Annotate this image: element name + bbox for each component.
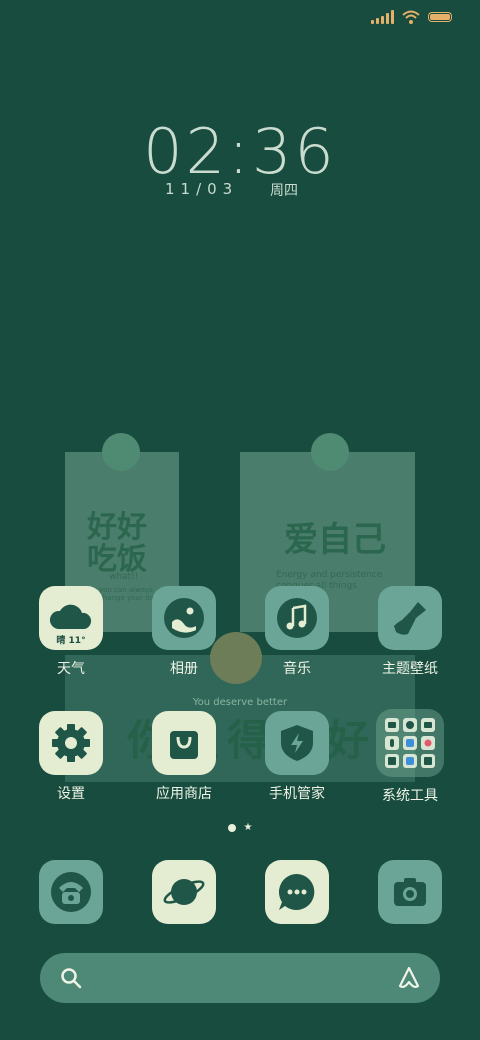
app-label: 设置 (57, 786, 85, 802)
dock-camera[interactable] (365, 860, 455, 924)
weather-temp: 晴 11° (56, 636, 86, 646)
app-phone-manager[interactable]: 手机管家 (252, 711, 342, 803)
music-icon (265, 586, 329, 650)
gallery-icon (152, 586, 216, 650)
page-indicator[interactable]: ★ (0, 823, 480, 833)
search-icon[interactable] (60, 967, 82, 989)
camera-icon (378, 860, 442, 924)
app-label: 应用商店 (156, 786, 212, 802)
clock-weekday: 周四 (270, 183, 298, 199)
app-label: 相册 (170, 661, 198, 677)
dock-phone[interactable] (26, 860, 116, 924)
folder-icon (376, 709, 444, 777)
assistant-icon[interactable] (396, 965, 422, 991)
app-themes[interactable]: 主题壁纸 (365, 586, 455, 678)
search-bar[interactable] (40, 953, 440, 1003)
app-music[interactable]: 音乐 (252, 586, 342, 678)
shield-icon (265, 711, 329, 775)
note-right-title: 爱自己 (284, 520, 386, 560)
app-gallery[interactable]: 相册 (139, 586, 229, 678)
gear-icon (39, 711, 103, 775)
app-label: 天气 (57, 661, 85, 677)
pin-right (311, 433, 349, 471)
app-weather[interactable]: 晴 11° 天气 (26, 586, 116, 678)
page-dot-active[interactable] (227, 824, 236, 832)
message-icon (265, 860, 329, 924)
page-dot-star[interactable]: ★ (244, 823, 253, 833)
battery-icon (428, 12, 452, 22)
clock-time[interactable]: 02:36 (0, 115, 480, 188)
browser-planet-icon (152, 860, 216, 924)
phone-icon (39, 860, 103, 924)
app-store[interactable]: 应用商店 (139, 711, 229, 803)
dock-browser[interactable] (139, 860, 229, 924)
pin-left (102, 433, 140, 471)
clock-date: 11/03 (165, 180, 239, 198)
app-label: 主题壁纸 (382, 661, 438, 677)
status-bar (371, 10, 452, 24)
app-label: 系统工具 (382, 788, 438, 804)
app-label: 手机管家 (269, 786, 325, 802)
app-settings[interactable]: 设置 (26, 711, 116, 803)
note-left-subtitle: what!! (109, 572, 139, 582)
wifi-icon (402, 10, 420, 24)
app-label: 音乐 (283, 661, 311, 677)
brush-icon (378, 586, 442, 650)
shopping-bag-icon (152, 711, 216, 775)
app-system-tools[interactable]: 系统工具 (365, 709, 455, 805)
signal-icon (371, 10, 394, 24)
weather-icon: 晴 11° (39, 586, 103, 650)
dock-messages[interactable] (252, 860, 342, 924)
